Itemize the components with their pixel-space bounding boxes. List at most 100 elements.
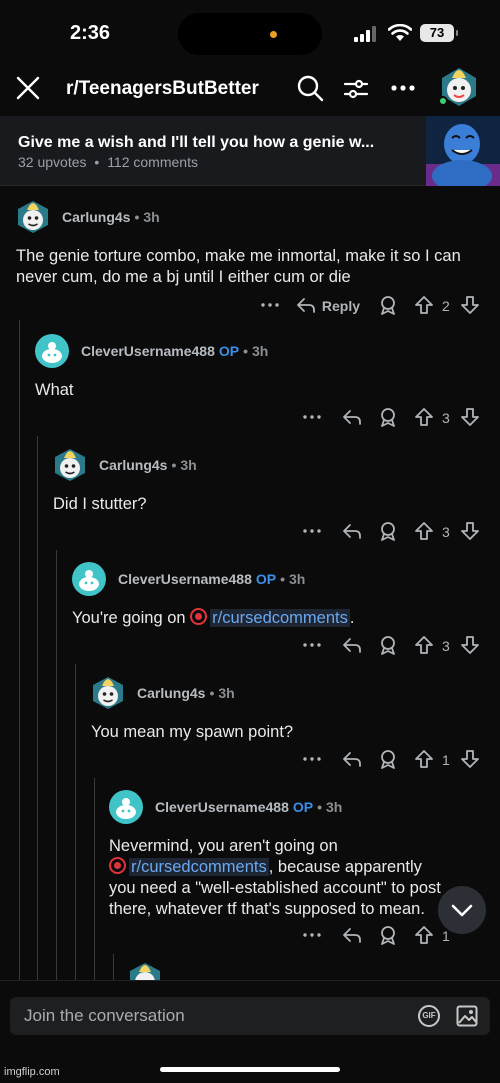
reply-input-placeholder: Join the conversation — [24, 1006, 185, 1025]
status-bar: 2:36 73 — [0, 0, 500, 62]
award-icon[interactable] — [378, 924, 398, 948]
gif-icon[interactable]: GIF — [418, 1005, 440, 1027]
upvote-icon[interactable] — [414, 634, 434, 658]
downvote-icon[interactable] — [460, 520, 480, 544]
thread-line[interactable] — [75, 664, 76, 980]
upvote-icon[interactable] — [414, 748, 434, 772]
comment: Carlung4s • 3h You mean my spawn point? 1 — [91, 676, 490, 776]
username[interactable]: Carlung4s — [99, 457, 167, 473]
username[interactable]: CleverUsername488 — [118, 571, 252, 587]
comment-body: Nevermind, you aren't going on r/cursedc… — [109, 836, 481, 920]
comment-meta: CleverUsername488 OP • 3h — [81, 343, 268, 359]
subreddit-name[interactable]: r/TeenagersButBetter — [66, 78, 259, 100]
more-options-icon[interactable] — [302, 748, 322, 772]
reply-icon[interactable] — [342, 634, 362, 658]
thread-line[interactable] — [37, 436, 38, 980]
award-icon[interactable] — [378, 748, 398, 772]
post-thumbnail[interactable] — [426, 116, 500, 186]
avatar[interactable] — [109, 790, 143, 824]
more-options-icon[interactable] — [302, 924, 322, 948]
wifi-icon — [388, 24, 412, 41]
reply-icon[interactable] — [342, 520, 362, 544]
thread-line[interactable] — [113, 954, 114, 980]
award-icon[interactable] — [378, 634, 398, 658]
subreddit-link[interactable]: r/cursedcomments — [210, 609, 350, 627]
thread-line[interactable] — [94, 778, 95, 980]
post-title[interactable]: Give me a wish and I'll tell you how a g… — [18, 134, 414, 152]
upvote-icon[interactable] — [414, 520, 434, 544]
avatar[interactable] — [53, 448, 87, 482]
reply-input[interactable]: Join the conversation GIF — [10, 997, 490, 1035]
more-options-icon[interactable] — [302, 406, 322, 430]
subreddit-icon — [190, 608, 208, 625]
comment: CleverUsername488 OP • 3h Nevermind, you ar… — [109, 790, 490, 956]
username[interactable]: Carlung4s — [62, 209, 130, 225]
meta-separator: • — [280, 571, 286, 587]
image-icon[interactable] — [456, 1005, 478, 1027]
vote-count: 3 — [442, 410, 450, 426]
more-options-icon[interactable] — [260, 294, 280, 318]
username[interactable]: CleverUsername488 — [155, 799, 289, 815]
comment-time: 3h — [143, 209, 160, 225]
comment-actions: 3 — [302, 406, 490, 430]
comment-time: 3h — [326, 799, 343, 815]
comment-body: You mean my spawn point? — [91, 723, 294, 741]
avatar[interactable] — [35, 334, 69, 368]
thread-line[interactable] — [56, 550, 57, 980]
upvote-icon[interactable] — [414, 406, 434, 430]
comment-text-line: r/cursedcomments, because apparently — [109, 857, 481, 878]
upvote-icon[interactable] — [414, 294, 434, 318]
reply-icon[interactable] — [342, 748, 362, 772]
comment-text: Nevermind, you aren't going on — [109, 837, 338, 855]
meta-separator: • — [317, 799, 323, 815]
avatar[interactable] — [16, 200, 50, 234]
award-icon[interactable] — [378, 520, 398, 544]
reply-button[interactable]: Reply — [296, 294, 360, 318]
award-icon[interactable] — [378, 294, 398, 318]
downvote-icon[interactable] — [460, 406, 480, 430]
avatar[interactable] — [91, 676, 125, 710]
vote-count: 3 — [442, 524, 450, 540]
thread-line[interactable] — [19, 320, 20, 980]
avatar[interactable] — [72, 562, 106, 596]
comment-body: The genie torture combo, make me inmorta… — [16, 247, 461, 286]
comment-meta: Carlung4s • 3h — [62, 209, 160, 225]
upvote-icon[interactable] — [414, 924, 434, 948]
vote-count: 3 — [442, 638, 450, 654]
reply-icon[interactable] — [342, 924, 362, 948]
comment-time: 3h — [180, 457, 197, 473]
username[interactable]: CleverUsername488 — [81, 343, 215, 359]
op-badge: OP — [292, 799, 314, 815]
post-summary-banner[interactable]: Give me a wish and I'll tell you how a g… — [0, 116, 500, 186]
dynamic-island — [178, 13, 322, 55]
downvote-icon[interactable] — [460, 294, 480, 318]
reply-icon[interactable] — [342, 406, 362, 430]
more-options-icon[interactable] — [390, 76, 416, 100]
comment-actions: 3 — [302, 520, 490, 544]
more-options-icon[interactable] — [302, 520, 322, 544]
comment-meta: CleverUsername488 OP • 3h — [118, 571, 305, 587]
sort-filter-icon[interactable] — [342, 75, 370, 103]
more-options-icon[interactable] — [302, 634, 322, 658]
status-time: 2:36 — [70, 22, 111, 44]
comment-text: . — [349, 609, 355, 627]
post-upvotes: 32 upvotes — [18, 154, 87, 170]
post-meta: 32 upvotes • 112 comments — [18, 154, 198, 170]
award-icon[interactable] — [378, 406, 398, 430]
vote-count: 2 — [442, 298, 450, 314]
comment-body: You're going on r/cursedcomments. — [72, 608, 354, 629]
vote-count: 1 — [442, 752, 450, 768]
subreddit-link[interactable]: r/cursedcomments — [129, 858, 269, 876]
comment-actions: Reply 2 — [260, 294, 490, 318]
comment-text: you need a "well-established account" to… — [109, 879, 441, 897]
close-icon[interactable] — [14, 74, 42, 102]
scroll-down-button[interactable] — [438, 886, 486, 934]
search-icon[interactable] — [296, 74, 324, 102]
comment-actions: 1 — [302, 748, 490, 772]
username[interactable]: Carlung4s — [137, 685, 205, 701]
downvote-icon[interactable] — [460, 748, 480, 772]
subreddit-icon — [109, 857, 126, 874]
downvote-icon[interactable] — [460, 634, 480, 658]
comment-text: , because apparently — [268, 858, 422, 876]
top-nav: r/TeenagersButBetter — [0, 62, 500, 116]
